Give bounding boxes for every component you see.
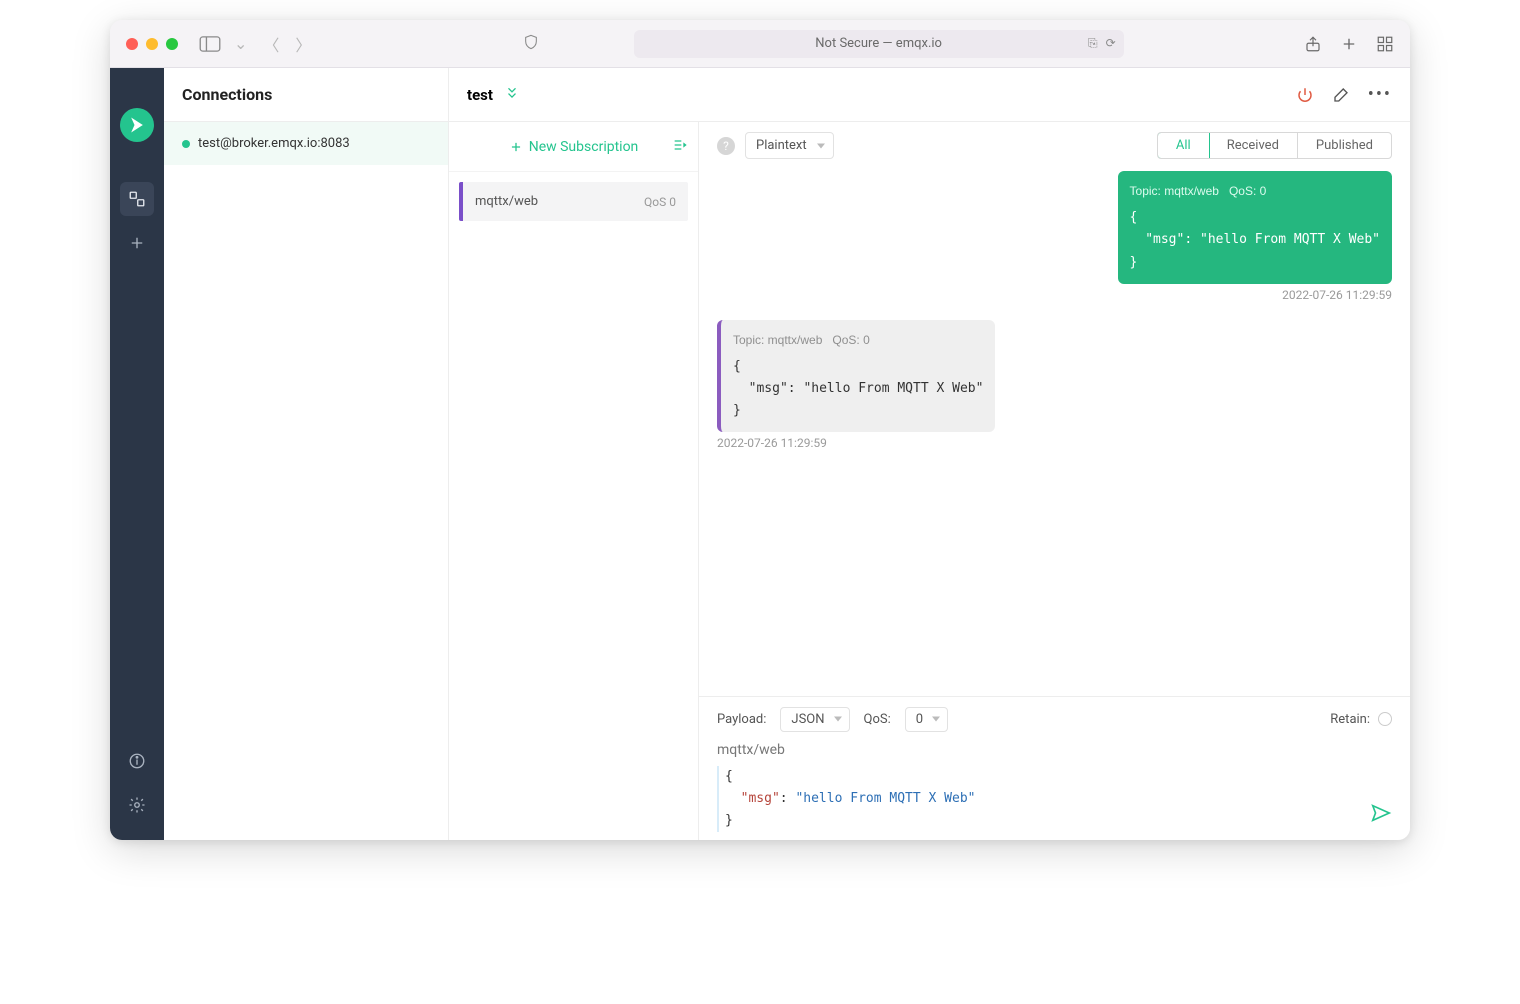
privacy-shield-icon[interactable]: [523, 34, 539, 54]
app-root: Connections test@broker.emqx.io:8083 tes…: [110, 68, 1410, 840]
new-subscription-button[interactable]: New Subscription: [449, 122, 698, 172]
payload-format-value: JSON: [791, 712, 824, 727]
connections-title: Connections: [164, 68, 448, 122]
nav-info-icon[interactable]: [120, 744, 154, 778]
subscription-qos: QoS 0: [644, 195, 676, 209]
collapse-subscriptions-icon[interactable]: [672, 137, 688, 157]
connection-label: test@broker.emqx.io:8083: [198, 136, 350, 151]
translate-icon[interactable]: ⎘: [1088, 36, 1098, 51]
window-controls: [126, 38, 178, 50]
message-bubble[interactable]: Topic: mqttx/web QoS: 0 { "msg": "hello F…: [1118, 171, 1392, 284]
connections-panel: Connections test@broker.emqx.io:8083: [164, 68, 449, 840]
payload-display-value: Plaintext: [756, 138, 807, 153]
msg-body: { "msg": "hello From MQTT X Web" }: [1130, 210, 1380, 269]
share-icon[interactable]: [1304, 35, 1322, 53]
connection-title: test: [467, 86, 493, 104]
status-dot-online: [182, 140, 190, 148]
app-logo[interactable]: [120, 108, 154, 142]
tab-overview-icon[interactable]: [1376, 35, 1394, 53]
help-icon[interactable]: ?: [717, 137, 735, 155]
minimize-window[interactable]: [146, 38, 158, 50]
new-tab-icon[interactable]: [1340, 35, 1358, 53]
filter-all[interactable]: All: [1157, 132, 1210, 159]
msg-timestamp: 2022-07-26 11:29:59: [1282, 288, 1392, 302]
expand-icon[interactable]: [505, 86, 519, 104]
edit-button[interactable]: [1332, 86, 1350, 104]
more-button[interactable]: •••: [1368, 84, 1392, 105]
msg-qos: QoS: 0: [1229, 184, 1266, 198]
msg-timestamp: 2022-07-26 11:29:59: [717, 436, 827, 450]
msg-topic: Topic: mqttx/web: [1130, 184, 1219, 198]
sidebar-toggle-icon[interactable]: [198, 35, 222, 53]
nav-connections-icon[interactable]: [120, 182, 154, 216]
messages-panel: ? Plaintext All Received Published Topic…: [699, 122, 1410, 840]
message-sent: Topic: mqttx/web QoS: 0 { "msg": "hello F…: [717, 171, 1392, 302]
browser-window: ⌄ 〈 〉 Not Secure — emqx.io ⎘ ⟳: [110, 20, 1410, 840]
message-filter-tabs: All Received Published: [1157, 132, 1392, 159]
editor-key: "msg": [741, 791, 780, 806]
nav-settings-icon[interactable]: [120, 788, 154, 822]
chevron-down-icon[interactable]: ⌄: [230, 34, 251, 53]
retain-toggle[interactable]: [1378, 712, 1392, 726]
close-window[interactable]: [126, 38, 138, 50]
nav-add-icon[interactable]: [120, 226, 154, 260]
address-bar[interactable]: Not Secure — emqx.io ⎘ ⟳: [634, 30, 1124, 58]
qos-label: QoS:: [864, 712, 891, 727]
msg-qos: QoS: 0: [832, 333, 869, 347]
address-label: Not Secure — emqx.io: [815, 36, 942, 51]
messages-list[interactable]: Topic: mqttx/web QoS: 0 { "msg": "hello F…: [699, 165, 1410, 696]
browser-toolbar: ⌄ 〈 〉 Not Secure — emqx.io ⎘ ⟳: [110, 20, 1410, 68]
payload-display-select[interactable]: Plaintext: [745, 132, 834, 159]
payload-label: Payload:: [717, 712, 766, 727]
connection-item[interactable]: test@broker.emqx.io:8083: [164, 122, 448, 165]
disconnect-button[interactable]: [1296, 86, 1314, 104]
message-received: Topic: mqttx/web QoS: 0 { "msg": "hello F…: [717, 320, 1392, 451]
subscription-item[interactable]: mqttx/web QoS 0: [459, 182, 688, 221]
messages-toolbar: ? Plaintext All Received Published: [699, 122, 1410, 165]
qos-select[interactable]: 0: [905, 707, 948, 732]
filter-received[interactable]: Received: [1209, 133, 1298, 158]
msg-topic: Topic: mqttx/web: [733, 333, 822, 347]
qos-value: 0: [916, 712, 923, 727]
composer-topic-input[interactable]: mqttx/web: [717, 742, 1392, 758]
editor-value: "hello From MQTT X Web": [795, 791, 975, 806]
nav-back[interactable]: 〈: [259, 32, 283, 56]
subscriptions-panel: New Subscription mqttx/web QoS 0: [449, 122, 699, 840]
detail-header: test •••: [449, 68, 1410, 122]
composer: Payload: JSON QoS: 0 Retain:: [699, 696, 1410, 840]
filter-published[interactable]: Published: [1298, 133, 1391, 158]
detail-panel: test •••: [449, 68, 1410, 840]
composer-body-editor[interactable]: { "msg": "hello From MQTT X Web"}: [717, 766, 1392, 832]
payload-format-select[interactable]: JSON: [780, 707, 849, 732]
zoom-window[interactable]: [166, 38, 178, 50]
message-bubble[interactable]: Topic: mqttx/web QoS: 0 { "msg": "hello F…: [717, 320, 995, 433]
reload-icon[interactable]: ⟳: [1106, 36, 1116, 51]
nav-forward[interactable]: 〉: [291, 32, 315, 56]
msg-body: { "msg": "hello From MQTT X Web" }: [733, 359, 983, 418]
retain-label: Retain:: [1330, 712, 1370, 727]
send-button[interactable]: [1370, 802, 1392, 832]
nav-rail: [110, 68, 164, 840]
subscription-topic: mqttx/web: [475, 194, 538, 209]
new-subscription-label: New Subscription: [529, 139, 639, 155]
